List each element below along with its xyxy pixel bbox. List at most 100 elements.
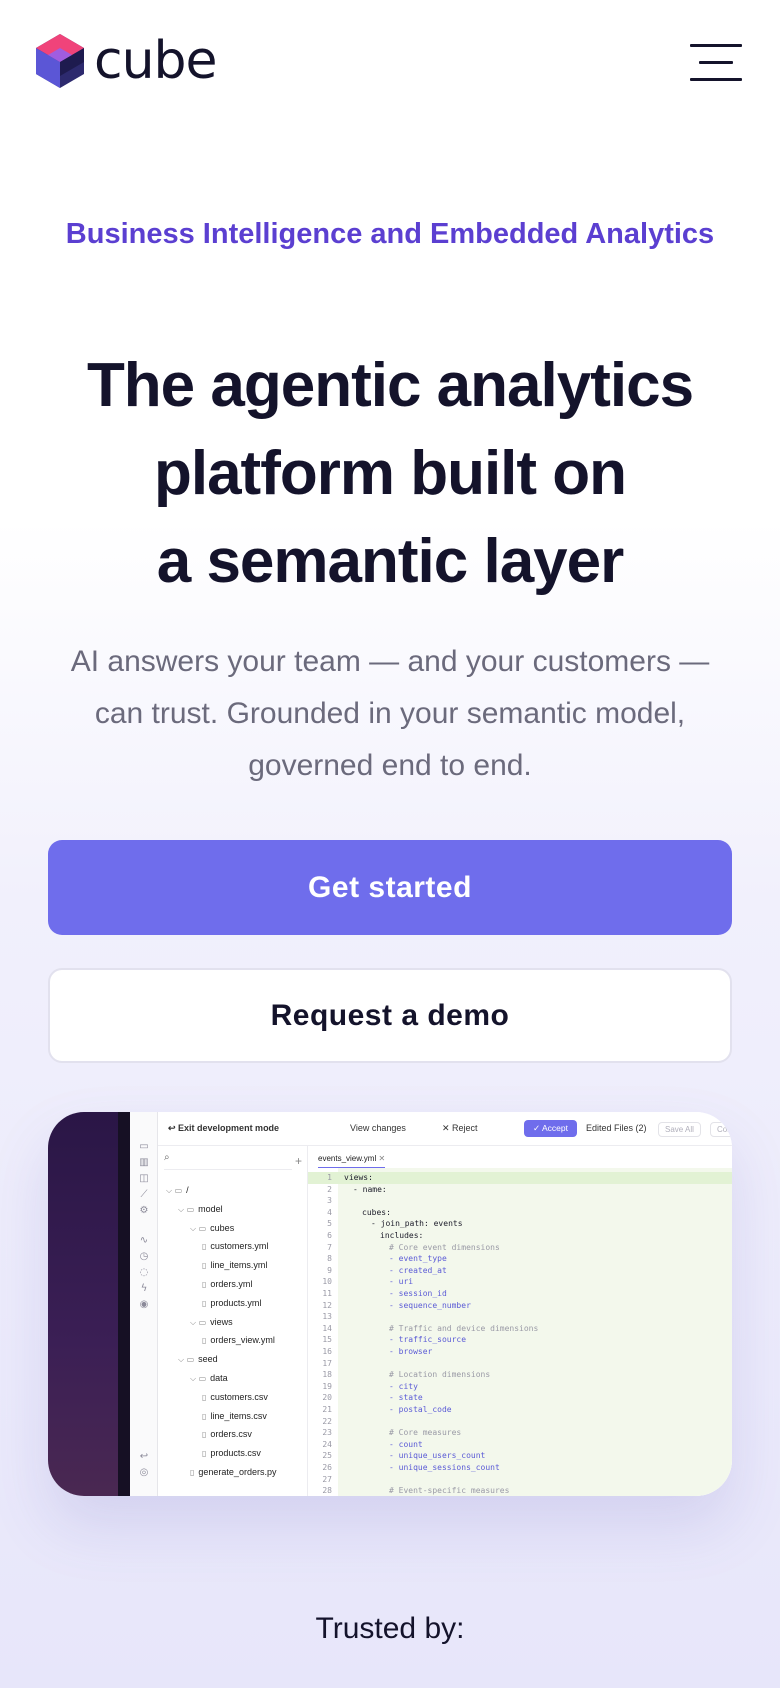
search-icon: ⌕ (164, 1152, 170, 1163)
accept-button[interactable]: ✓ Accept (524, 1120, 578, 1137)
eyebrow-text: Business Intelligence and Embedded Analy… (65, 218, 715, 250)
chart-icon: ▥ (139, 1157, 149, 1168)
trusted-by-label: Trusted by: (315, 1612, 465, 1645)
hamburger-menu-icon-middle (699, 61, 733, 64)
file-icon: ▯ (202, 1449, 207, 1459)
tree-file[interactable]: ▯ orders.csv (202, 1428, 252, 1441)
line-number: 15 (322, 1335, 332, 1345)
code-line: 8 - event_type (308, 1253, 732, 1265)
tree-file[interactable]: ▯ customers.yml (202, 1240, 268, 1253)
close-tab-icon[interactable]: ✕ (378, 1154, 385, 1163)
code-text: - city (389, 1381, 418, 1391)
screenshot-icon-rail: ▭ ▥ ◫ ⟋ ⚙ ∿ ◷ ◌ ϟ ◉ ↩ ◎ (130, 1112, 158, 1496)
file-icon: ▯ (202, 1261, 207, 1271)
reject-label: Reject (452, 1123, 478, 1133)
line-number: 16 (322, 1347, 332, 1356)
tree-file[interactable]: ▯ customers.csv (202, 1391, 268, 1404)
files-icon: ▭ (139, 1141, 149, 1152)
line-number: 7 (327, 1242, 332, 1252)
file-search-input[interactable]: ⌕ (164, 1152, 292, 1170)
line-number: 9 (327, 1265, 332, 1275)
file-icon: ▯ (202, 1336, 207, 1346)
code-text: # Event-specific measures (389, 1486, 510, 1496)
logo-text: cube (94, 31, 218, 91)
reject-button[interactable]: ✕ Reject (442, 1123, 478, 1134)
headline-line-3: a semantic layer (156, 527, 625, 596)
line-number: 14 (322, 1323, 332, 1333)
code-text: # Core measures (389, 1428, 462, 1438)
tree-folder[interactable]: ⌵ ▭ data (190, 1372, 228, 1385)
file-icon: ▯ (202, 1298, 207, 1308)
request-demo-button[interactable]: Request a demo (48, 968, 732, 1063)
screenshot-side-gradient (48, 1112, 118, 1496)
line-number: 11 (322, 1289, 332, 1298)
tree-item-label: customers.csv (210, 1391, 268, 1402)
editor-tab[interactable]: events_view.yml ✕ (318, 1154, 386, 1169)
folder-icon: ⌵ ▭ (190, 1223, 207, 1233)
logo[interactable]: cube (34, 31, 218, 91)
code-line: 12 - sequence_number (308, 1300, 732, 1312)
pulse-icon: ∿ (139, 1235, 149, 1246)
exit-dev-mode-button[interactable]: ↩ Exit development mode (168, 1123, 279, 1134)
tree-item-label: generate_orders.py (198, 1467, 277, 1477)
database-icon: ◫ (139, 1173, 149, 1184)
code-line: 16 - browser (308, 1346, 732, 1358)
line-number: 22 (322, 1416, 332, 1426)
editor-body[interactable]: 1 views: 2 - name: 3 4 cubes: 5 - join_path: eve… (308, 1168, 732, 1496)
code-text: includes: (380, 1231, 424, 1240)
save-all-button[interactable]: Save All (658, 1122, 701, 1137)
brush-icon: ⟋ (140, 1189, 148, 1200)
code-text: views: (344, 1173, 373, 1182)
eye-icon: ◉ (139, 1299, 149, 1310)
tree-folder[interactable]: ⌵ ▭ views (190, 1316, 233, 1329)
tree-file[interactable]: ▯ orders_view.yml (202, 1334, 275, 1347)
history-icon: ◷ (139, 1251, 149, 1262)
tree-item-label: views (210, 1316, 233, 1327)
edited-files-button[interactable]: Edited Files (2) (586, 1123, 647, 1133)
line-number: 19 (322, 1381, 332, 1391)
menu-button[interactable] (690, 44, 742, 82)
tree-item-label: model (198, 1203, 223, 1214)
code-line: 5 - join_path: events (308, 1218, 732, 1230)
tree-folder[interactable]: ⌵ ▭ / (166, 1184, 189, 1197)
commit-sync-button[interactable]: Commit & Sync (710, 1122, 732, 1137)
add-file-icon[interactable]: + (295, 1154, 302, 1168)
tree-file[interactable]: ▯ generate_orders.py (190, 1466, 276, 1479)
tree-file[interactable]: ▯ line_items.yml (202, 1259, 267, 1272)
code-line: 7 # Core event dimensions (308, 1242, 732, 1254)
tree-folder[interactable]: ⌵ ▭ seed (178, 1353, 218, 1366)
hamburger-menu-icon (690, 44, 742, 47)
code-editor: events_view.yml ✕ 1 views: 2 - name: 3 4 cubes… (308, 1146, 732, 1496)
code-line: 14 # Traffic and device dimensions (308, 1323, 732, 1335)
file-icon: ▯ (202, 1430, 207, 1440)
code-line: 23 # Core measures (308, 1427, 732, 1439)
get-started-button[interactable]: Get started (48, 840, 732, 935)
code-text: # Traffic and device dimensions (389, 1323, 539, 1333)
view-changes-button[interactable]: View changes (350, 1123, 406, 1133)
line-number: 12 (322, 1300, 332, 1310)
tree-file[interactable]: ▯ products.yml (202, 1297, 261, 1310)
code-line: 10 - uri (308, 1276, 732, 1288)
code-line: 20 - state (308, 1392, 732, 1404)
folder-icon: ⌵ ▭ (190, 1317, 207, 1327)
tree-folder[interactable]: ⌵ ▭ cubes (190, 1222, 234, 1235)
undo-icon: ↩ (139, 1451, 149, 1462)
line-number: 23 (322, 1428, 332, 1438)
code-text: - session_id (389, 1289, 447, 1298)
code-line: 15 - traffic_source (308, 1334, 732, 1346)
tree-file[interactable]: ▯ orders.yml (202, 1278, 252, 1291)
tree-file[interactable]: ▯ line_items.csv (202, 1410, 267, 1423)
code-text: # Core event dimensions (389, 1242, 500, 1252)
line-number: 25 (322, 1451, 332, 1461)
screenshot-dark-strip (118, 1112, 130, 1496)
line-number: 6 (327, 1231, 332, 1240)
tree-file[interactable]: ▯ products.csv (202, 1447, 261, 1460)
code-text: - name: (353, 1184, 387, 1194)
code-line: 26 - unique_sessions_count (308, 1462, 732, 1474)
file-icon: ▯ (202, 1392, 207, 1402)
screenshot-toolbar: ↩ Exit development mode View changes ✕ R… (158, 1112, 732, 1146)
tree-folder[interactable]: ⌵ ▭ model (178, 1203, 223, 1216)
code-line: 24 - count (308, 1439, 732, 1451)
site-header: cube (0, 0, 780, 120)
line-number: 27 (322, 1474, 332, 1484)
